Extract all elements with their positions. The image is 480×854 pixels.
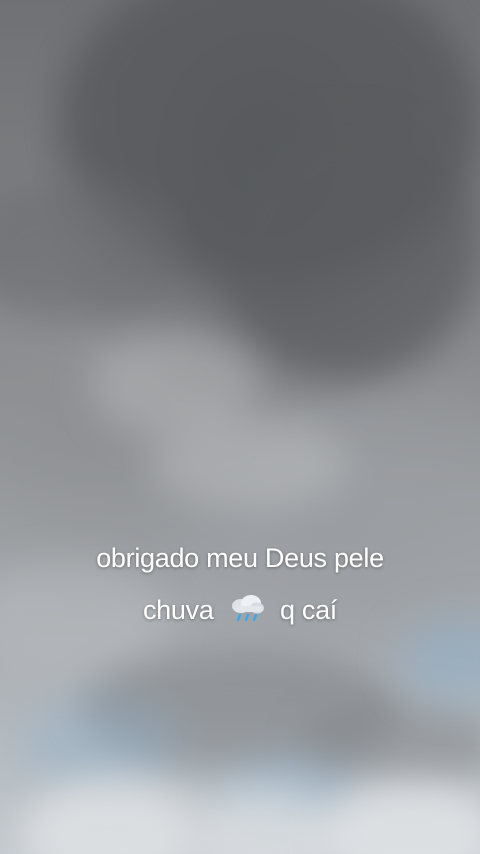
cloud-with-rain-icon: [227, 590, 267, 622]
sky-background: [0, 0, 480, 854]
caption-text-chuva: chuva: [142, 595, 214, 625]
white-cloud: [20, 780, 200, 854]
video-caption: obrigado meu Deus pele chuva q caí: [0, 532, 480, 636]
storm-cloud: [220, 120, 480, 380]
caption-text-q-cai: q caí: [279, 595, 337, 625]
blue-sky-patch: [20, 700, 180, 790]
caption-line-2: chuva q caí: [0, 584, 480, 636]
caption-line-1: obrigado meu Deus pele: [96, 543, 384, 573]
light-cloud: [150, 420, 350, 510]
